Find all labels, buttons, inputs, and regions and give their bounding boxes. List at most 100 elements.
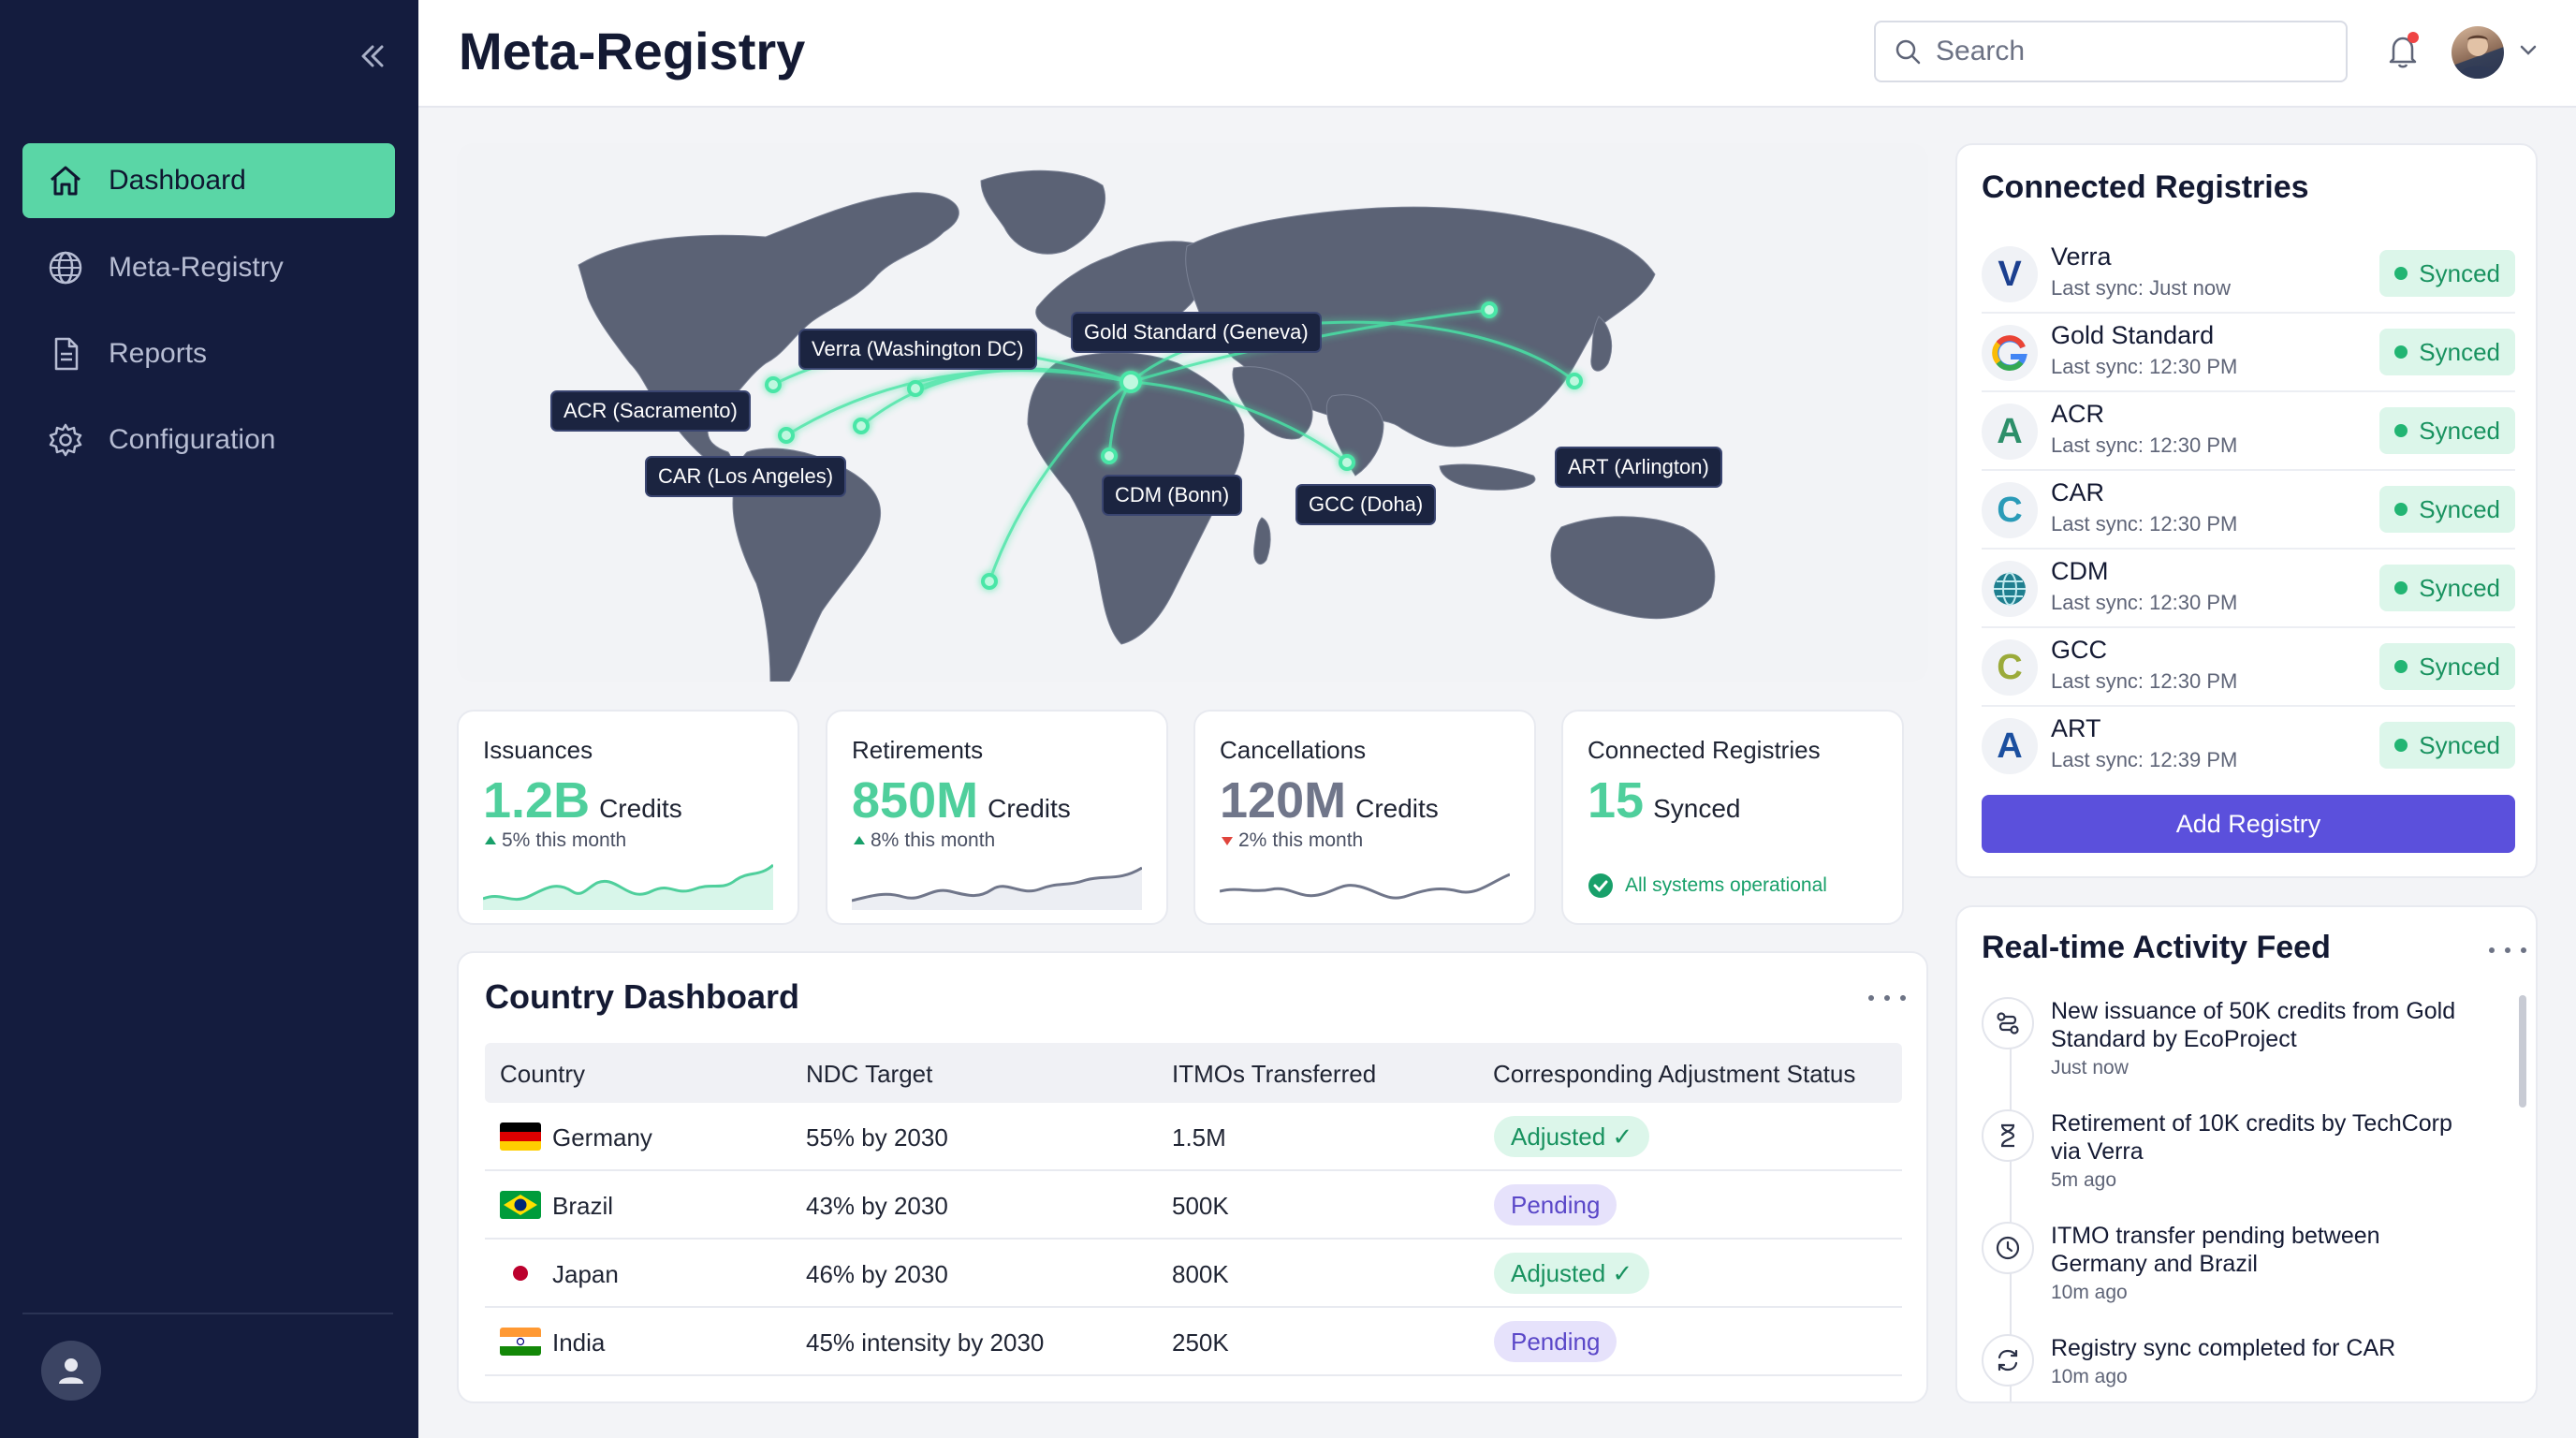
country-name: India: [552, 1328, 606, 1357]
map-label-cdm[interactable]: CDM (Bonn): [1102, 475, 1243, 516]
add-registry-button[interactable]: Add Registry: [1982, 795, 2515, 853]
search-input[interactable]: [1936, 36, 2329, 67]
check-circle-icon: [1588, 873, 1613, 898]
washington-node: [907, 380, 924, 397]
last-sync: Last sync: 12:30 PM: [2051, 512, 2238, 536]
column-header[interactable]: Country: [500, 1060, 585, 1089]
column-header[interactable]: NDC Target: [806, 1060, 932, 1089]
registry-item-gcc[interactable]: C GCC Last sync: 12:30 PM Synced: [1982, 628, 2515, 707]
status-badge: Pending: [1494, 1184, 1617, 1225]
stat-value: 120M Credits: [1220, 771, 1439, 829]
world-map-panel: Verra (Washington DC) Gold Standard (Gen…: [457, 143, 1928, 682]
stat-label: Cancellations: [1220, 736, 1367, 764]
sync-status-label: Synced: [2419, 730, 2500, 759]
more-options-icon[interactable]: [1868, 989, 1906, 1007]
art-logo-icon: A: [1982, 718, 2038, 774]
sync-status-label: Synced: [2419, 337, 2500, 366]
connected-registries-card[interactable]: Connected Registries 15 Synced All syste…: [1561, 710, 1904, 925]
feed-item[interactable]: Retirement of 10K credits by TechCorp vi…: [1982, 1109, 2468, 1212]
change-value: 2%: [1238, 829, 1267, 851]
registry-name: Verra: [2051, 242, 2112, 271]
sidebar-item-meta-registry[interactable]: Meta-Registry: [22, 230, 395, 305]
table-row[interactable]: Japan 46% by 2030 800K Adjusted ✓: [485, 1240, 1902, 1308]
sidebar-item-configuration[interactable]: Configuration: [22, 403, 395, 477]
brazil-flag-icon: [500, 1191, 541, 1219]
indonesia-shape: [1439, 463, 1536, 491]
issuances-card[interactable]: Issuances 1.2B Credits 5% this month: [457, 710, 799, 925]
status-dot: [2394, 739, 2408, 752]
verra-logo-icon: V: [1982, 246, 2038, 302]
registry-name: CAR: [2051, 478, 2105, 506]
notification-bell-icon[interactable]: [2379, 28, 2426, 75]
column-header[interactable]: Corresponding Adjustment Status: [1493, 1060, 1855, 1089]
node-brazil: [981, 573, 998, 590]
node-asia: [1481, 301, 1498, 318]
map-label-gold-standard[interactable]: Gold Standard (Geneva): [1071, 312, 1322, 353]
stat-value: 15 Synced: [1588, 771, 1740, 829]
sidebar: Dashboard Meta-Registry Reports Configur…: [0, 0, 418, 1438]
acr-logo-icon: A: [1982, 404, 2038, 460]
sidebar-item-dashboard[interactable]: Dashboard: [22, 143, 395, 218]
stat-unit: Credits: [599, 794, 682, 823]
connected-registries-panel: Connected Registries V Verra Last sync: …: [1955, 143, 2538, 878]
user-avatar[interactable]: [41, 1341, 101, 1401]
map-label-art[interactable]: ART (Arlington): [1555, 447, 1722, 488]
sync-status-badge: Synced: [2379, 722, 2515, 769]
last-sync: Last sync: 12:30 PM: [2051, 355, 2238, 378]
feed-scrollbar[interactable]: [2519, 995, 2526, 1108]
top-header: Meta-Registry: [418, 0, 2576, 108]
feed-time: Just now: [2051, 1057, 2129, 1078]
registry-item-art[interactable]: A ART Last sync: 12:39 PM Synced: [1982, 707, 2515, 785]
india-flag-icon: [500, 1328, 541, 1356]
map-label-acr[interactable]: ACR (Sacramento): [550, 390, 751, 432]
itmos-transferred: 250K: [1172, 1328, 1229, 1357]
change-text: this month: [535, 829, 627, 851]
sync-status-badge: Synced: [2379, 486, 2515, 533]
cancellations-card[interactable]: Cancellations 120M Credits 2% this month: [1193, 710, 1536, 925]
registry-item-acr[interactable]: A ACR Last sync: 12:30 PM Synced: [1982, 392, 2515, 471]
table-row[interactable]: Brazil 43% by 2030 500K Pending: [485, 1171, 1902, 1240]
search-box[interactable]: [1874, 21, 2348, 82]
feed-item[interactable]: New issuance of 50K credits from Gold St…: [1982, 997, 2468, 1100]
column-header[interactable]: ITMOs Transferred: [1172, 1060, 1376, 1089]
status-dot: [2394, 581, 2408, 594]
sync-status-badge: Synced: [2379, 643, 2515, 690]
status-dot: [2394, 267, 2408, 280]
section-title: Connected Registries: [1982, 169, 2309, 205]
retirements-card[interactable]: Retirements 850M Credits 8% this month: [826, 710, 1168, 925]
feed-item[interactable]: Registry sync completed for CAR 10m ago: [1982, 1334, 2468, 1400]
system-status: All systems operational: [1588, 873, 1827, 899]
table-row[interactable]: India 45% intensity by 2030 250K Pending: [485, 1308, 1902, 1376]
section-title: Country Dashboard: [485, 977, 800, 1016]
car-logo-icon: C: [1982, 482, 2038, 538]
home-icon: [47, 162, 84, 199]
map-label-car[interactable]: CAR (Los Angeles): [645, 456, 847, 497]
registry-name: ACR: [2051, 400, 2105, 428]
profile-avatar[interactable]: [2452, 26, 2504, 79]
last-sync: Last sync: 12:30 PM: [2051, 591, 2238, 614]
itmos-transferred: 800K: [1172, 1260, 1229, 1288]
clock-icon: [1982, 1222, 2034, 1274]
australia-shape: [1550, 516, 1716, 620]
stat-label: Issuances: [483, 736, 593, 764]
hourglass-icon: [1982, 1109, 2034, 1162]
registry-item-car[interactable]: C CAR Last sync: 12:30 PM Synced: [1982, 471, 2515, 550]
sidebar-item-reports[interactable]: Reports: [22, 316, 395, 391]
map-label-verra[interactable]: Verra (Washington DC): [798, 329, 1037, 370]
collapse-sidebar-icon[interactable]: [354, 37, 391, 75]
registry-item-gold-standard[interactable]: Gold Standard Last sync: 12:30 PM Synced: [1982, 314, 2515, 392]
japan-flag-icon: [500, 1259, 541, 1287]
table-row[interactable]: Germany 55% by 2030 1.5M Adjusted ✓: [485, 1103, 1902, 1171]
map-label-gcc[interactable]: GCC (Doha): [1295, 484, 1437, 525]
stat-label: Connected Registries: [1588, 736, 1821, 764]
ndc-target: 46% by 2030: [806, 1260, 948, 1288]
registry-item-verra[interactable]: V Verra Last sync: Just now Synced: [1982, 235, 2515, 314]
more-options-icon[interactable]: [2489, 941, 2526, 960]
registry-item-cdm[interactable]: CDM Last sync: 12:30 PM Synced: [1982, 550, 2515, 628]
sync-status-label: Synced: [2419, 258, 2500, 287]
feed-time: 5m ago: [2051, 1169, 2117, 1191]
chevron-down-icon[interactable]: [2515, 37, 2541, 64]
feed-item[interactable]: ITMO transfer pending between Germany an…: [1982, 1222, 2468, 1325]
stat-unit: Credits: [988, 794, 1071, 823]
feed-text: ITMO transfer pending between Germany an…: [2051, 1223, 2380, 1277]
